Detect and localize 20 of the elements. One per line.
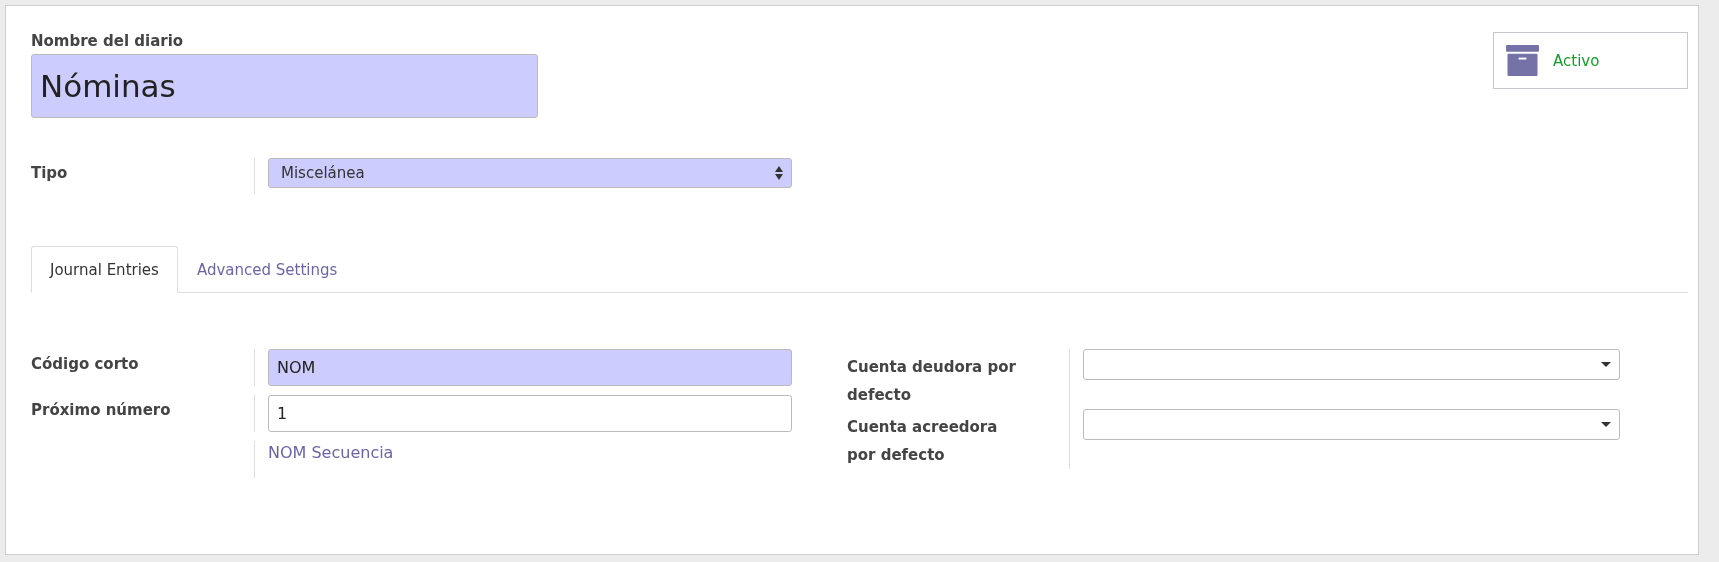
text-field[interactable]: NOM: [268, 349, 792, 386]
account-dropdown[interactable]: [1083, 409, 1620, 440]
field-label: Cuenta deudora por defecto: [847, 349, 1070, 409]
field-label: Próximo número: [31, 395, 255, 432]
up-down-arrows-icon: [775, 166, 783, 180]
sequence-link[interactable]: NOM Secuencia: [268, 441, 394, 478]
field-label: Cuenta acreedora por defecto: [847, 409, 1070, 469]
name-field[interactable]: Nóminas: [31, 54, 538, 118]
caret-icon: [1601, 422, 1611, 427]
caret-icon: [1601, 362, 1611, 367]
tab[interactable]: Journal Entries: [31, 246, 178, 293]
tab[interactable]: Advanced Settings: [177, 246, 357, 293]
archive-box-icon: [1506, 45, 1539, 76]
type-select[interactable]: Miscelánea: [268, 158, 792, 188]
field-label: Nombre del diario: [31, 32, 185, 50]
field-label: Código corto: [31, 349, 255, 386]
text-field[interactable]: 1: [268, 395, 792, 432]
field-label: Tipo: [31, 158, 255, 194]
active-toggle-button[interactable]: Activo: [1493, 32, 1688, 89]
account-dropdown[interactable]: [1083, 349, 1620, 380]
